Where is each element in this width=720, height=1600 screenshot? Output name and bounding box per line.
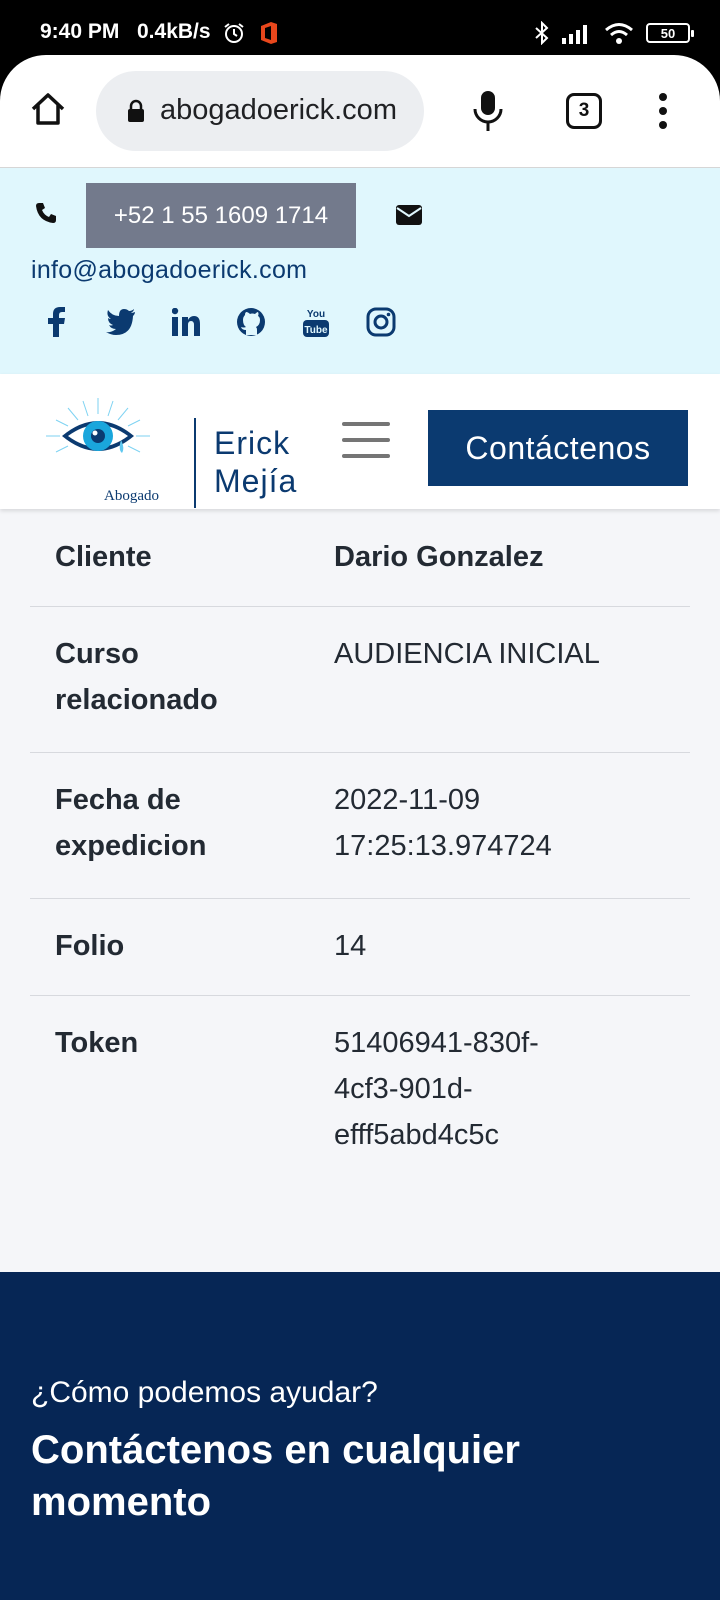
svg-text:Tube: Tube: [304, 325, 328, 336]
eye-logo-icon: [46, 398, 150, 453]
row-value: 51406941-830f- 4cf3-901d-efff5abd4c5c: [334, 1027, 539, 1151]
twitter-icon[interactable]: [105, 306, 137, 338]
table-row: Fecha de expedicion 2022-11-09 17:25:13.97…: [30, 753, 690, 899]
site-logo[interactable]: Erick Mejía Abogado: [38, 392, 296, 508]
table-row: Token 51406941-830f- 4cf3-901d-efff5abd4c…: [30, 996, 690, 1176]
table-row: Cliente Dario Gonzalez: [30, 510, 690, 607]
battery-icon: 50: [646, 23, 694, 43]
status-bar: 9:40 PM 0.4kB/s 50: [0, 0, 720, 62]
logo-subtitle: Abogado: [104, 488, 159, 504]
status-time: 9:40 PM: [40, 20, 120, 43]
logo-name-last: Mejía: [214, 463, 298, 499]
tab-switcher-button[interactable]: 3: [566, 93, 602, 129]
mail-icon: [396, 205, 422, 225]
tab-count: 3: [578, 100, 590, 121]
footer-title: Contáctenos en cualquier momento: [31, 1424, 520, 1528]
linkedin-icon[interactable]: [170, 306, 202, 338]
footer-subtitle: ¿Cómo podemos ayudar?: [31, 1376, 378, 1409]
table-row: Folio 14: [30, 899, 690, 996]
row-label: Token: [55, 1027, 139, 1059]
logo-name: Erick Mejía: [214, 424, 297, 500]
contact-topbar: +52 1 55 1609 1714 info@abogadoerick.com…: [0, 168, 720, 374]
phone-button[interactable]: +52 1 55 1609 1714: [86, 183, 356, 248]
github-icon[interactable]: [235, 306, 267, 338]
microphone-icon[interactable]: [470, 89, 506, 133]
home-icon[interactable]: [28, 89, 68, 129]
social-links: You Tube: [40, 306, 397, 338]
office-app-icon: [261, 22, 277, 44]
facebook-icon[interactable]: [40, 306, 72, 338]
row-label: Cliente: [55, 541, 152, 573]
row-value: 14: [334, 930, 367, 962]
logo-name-first: Erick: [214, 425, 291, 461]
row-label: Folio: [55, 930, 125, 962]
bluetooth-icon: [535, 21, 549, 45]
row-value: Dario Gonzalez: [334, 541, 544, 573]
logo-divider: [194, 418, 196, 508]
row-value: AUDIENCIA INICIAL: [334, 638, 600, 670]
footer-title-line1: Contáctenos en cualquier: [31, 1428, 520, 1472]
footer-title-line2: momento: [31, 1480, 211, 1524]
svg-text:You: You: [307, 309, 325, 320]
site-header: Erick Mejía Abogado Contáctenos: [0, 374, 720, 509]
row-label: Fecha de expedicion: [55, 784, 207, 862]
alarm-icon: [224, 23, 244, 43]
web-page: +52 1 55 1609 1714 info@abogadoerick.com…: [0, 168, 720, 1600]
certificate-table: Cliente Dario Gonzalez Curso relacionado …: [30, 510, 690, 1176]
wifi-icon: [605, 23, 633, 44]
url-text[interactable]: abogadoerick.com: [160, 94, 410, 130]
hamburger-menu-icon[interactable]: [342, 422, 390, 458]
lock-icon[interactable]: [126, 99, 146, 123]
status-net-speed: 0.4kB/s: [137, 20, 211, 43]
email-link[interactable]: info@abogadoerick.com: [31, 256, 307, 285]
battery-level: 50: [660, 25, 676, 41]
table-row: Curso relacionado AUDIENCIA INICIAL: [30, 607, 690, 753]
row-label: Curso relacionado: [55, 638, 218, 716]
phone-icon: [36, 203, 56, 223]
address-bar[interactable]: abogadoerick.com: [96, 71, 424, 151]
browser-toolbar: abogadoerick.com 3: [0, 55, 720, 168]
more-options-icon[interactable]: [656, 91, 670, 131]
signal-icon: [562, 25, 587, 44]
contact-button[interactable]: Contáctenos: [428, 410, 688, 486]
status-right-cluster: 50: [534, 20, 694, 46]
youtube-icon[interactable]: You Tube: [300, 306, 332, 338]
row-value: 2022-11-09 17:25:13.974724: [334, 784, 552, 862]
instagram-icon[interactable]: [365, 306, 397, 338]
footer-cta: ¿Cómo podemos ayudar? Contáctenos en cua…: [0, 1272, 720, 1600]
